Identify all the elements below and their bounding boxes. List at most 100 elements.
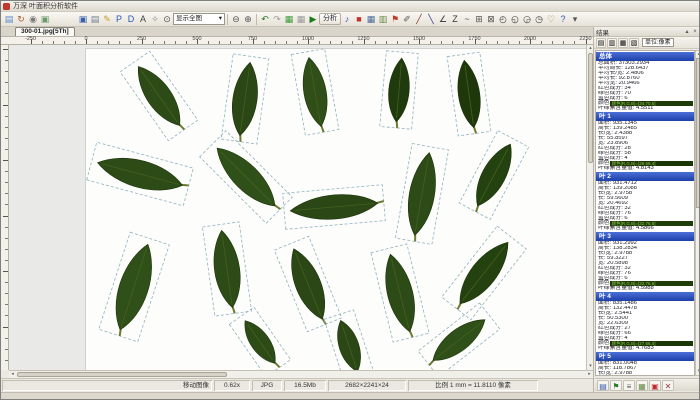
leaf-object[interactable] — [291, 49, 339, 136]
leaf-object[interactable] — [274, 236, 341, 331]
layout-icon[interactable]: ▥ — [377, 13, 389, 26]
export-table-icon[interactable]: ▦ — [636, 380, 648, 391]
export-save-icon[interactable]: ▤ — [597, 380, 609, 391]
ruler-tick — [3, 160, 8, 161]
panel-table-icon[interactable]: ▦ — [618, 38, 628, 48]
analyze-button[interactable]: 分析 — [319, 13, 341, 25]
more-dropdown-icon[interactable]: ▾ — [569, 13, 581, 26]
print-icon[interactable]: ▤ — [89, 13, 101, 26]
section-header[interactable]: 叶 3 — [596, 232, 694, 241]
edit-pencil-icon[interactable]: ✎ — [101, 13, 113, 26]
scanner-icon[interactable]: ▣ — [39, 13, 51, 26]
leaf-object[interactable] — [324, 310, 374, 370]
section-header[interactable]: 叶 5 — [596, 352, 694, 361]
results-scrollbar[interactable]: ▴ ▾ — [695, 50, 700, 376]
param-d-icon[interactable]: D — [125, 13, 137, 26]
curve-icon[interactable]: ~ — [461, 13, 473, 26]
refresh-icon[interactable]: ↻ — [15, 13, 27, 26]
export-list-icon[interactable]: ≡ — [623, 380, 635, 391]
zoom-tool-icon[interactable]: ⊙ — [161, 13, 173, 26]
angle-icon[interactable]: ∠ — [437, 13, 449, 26]
leaf-object[interactable] — [380, 51, 419, 129]
unit-selector[interactable]: 单位:像素 — [642, 38, 674, 47]
image-canvas[interactable] — [9, 45, 586, 370]
panel-pin-icon[interactable]: ▴ — [683, 28, 691, 35]
image-tab[interactable]: 300-01.jpg[5Th] — [15, 27, 75, 36]
vertical-scrollbar[interactable]: ▴ ▾ — [586, 45, 593, 370]
leaf-object[interactable] — [283, 185, 386, 230]
status-dimensions: 2682×2241×24 — [328, 380, 406, 391]
ruler-tick — [508, 41, 509, 44]
scroll-right-icon[interactable]: ▸ — [586, 371, 593, 378]
leaf-object[interactable] — [99, 232, 170, 342]
export-stop-icon[interactable]: ▣ — [649, 380, 661, 391]
undo-icon[interactable]: ↶ — [259, 13, 271, 26]
leaf-object[interactable] — [442, 226, 527, 320]
results-scroll-down-icon[interactable]: ▾ — [696, 368, 700, 375]
leaf-object[interactable] — [447, 52, 491, 136]
panel-save-icon[interactable]: ▤ — [596, 38, 606, 48]
panel-copy-icon[interactable]: ▧ — [629, 38, 639, 48]
frame-icon[interactable]: ⊠ — [485, 13, 497, 26]
clock1-icon[interactable]: ◴ — [497, 13, 509, 26]
leaf-object[interactable] — [418, 303, 500, 370]
zoom-in-icon[interactable]: ⊕ — [242, 13, 254, 26]
section-header[interactable]: 叶 4 — [596, 292, 694, 301]
clock4-icon[interactable]: ◷ — [533, 13, 545, 26]
section-header[interactable]: 叶 1 — [596, 112, 694, 121]
new-doc-icon[interactable]: ▤ — [3, 13, 15, 26]
grid-icon[interactable]: ⊞ — [473, 13, 485, 26]
ruler-label: 0 — [84, 37, 87, 42]
results-scroll-up-icon[interactable]: ▴ — [696, 51, 700, 58]
leaf-object[interactable] — [229, 307, 290, 370]
camera-icon[interactable]: ◉ — [27, 13, 39, 26]
green-layer-icon[interactable]: ▦ — [283, 13, 295, 26]
save-icon[interactable]: ▣ — [77, 13, 89, 26]
section-header[interactable]: 叶 2 — [596, 172, 694, 181]
play-icon[interactable]: ▶ — [307, 13, 319, 26]
ruler-line-icon[interactable]: ╱ — [413, 13, 425, 26]
horizontal-scroll-thumb[interactable] — [17, 372, 227, 377]
help-icon[interactable]: ? — [557, 13, 569, 26]
leaf-object[interactable] — [120, 51, 198, 140]
leaf-object[interactable] — [395, 144, 448, 245]
scroll-left-icon[interactable]: ◂ — [9, 371, 16, 378]
section-header[interactable]: 总体 — [596, 52, 694, 61]
ruler-tick — [164, 41, 165, 44]
redo-icon[interactable]: ↷ — [271, 13, 283, 26]
results-scroll-thumb[interactable] — [696, 58, 700, 208]
param-p-icon[interactable]: P — [113, 13, 125, 26]
chlorophyll-row: 叶绿素含量值: 4.5988 — [596, 286, 694, 291]
ruler-tick — [497, 41, 498, 44]
export-flag-icon[interactable]: ⚑ — [610, 380, 622, 391]
music-note-icon[interactable]: ♪ — [341, 13, 353, 26]
panel-export-icon[interactable]: ▥ — [607, 38, 617, 48]
magic-wand-icon[interactable]: ✧ — [149, 13, 161, 26]
line-icon[interactable]: ╲ — [425, 13, 437, 26]
leaf-object[interactable] — [200, 131, 293, 224]
panel-close-icon[interactable]: × — [691, 29, 699, 35]
leaf-object[interactable] — [87, 142, 194, 206]
text-a-icon[interactable]: A — [137, 13, 149, 26]
pen-icon[interactable]: ✐ — [401, 13, 413, 26]
view-mode-combo[interactable]: 显示全图▾ — [173, 13, 225, 25]
stop-icon[interactable]: ■ — [353, 13, 365, 26]
zoom-out-icon[interactable]: ⊖ — [230, 13, 242, 26]
horizontal-scrollbar[interactable]: ◂ ▸ — [9, 370, 593, 378]
favorite-icon[interactable]: ♡ — [545, 13, 557, 26]
results-bottom-toolbar: ▤⚑≡▦▣✕ — [595, 378, 700, 391]
leaf-object[interactable] — [371, 244, 429, 342]
flag-icon[interactable]: ⚑ — [389, 13, 401, 26]
ruler-label: 1000 — [302, 37, 314, 42]
zigzag-icon[interactable]: Z — [449, 13, 461, 26]
ruler-tick — [119, 41, 120, 44]
gray-layer-icon[interactable]: ▦ — [295, 13, 307, 26]
leaf-object[interactable] — [459, 131, 528, 220]
table-icon[interactable]: ▦ — [365, 13, 377, 26]
leaf-object[interactable] — [221, 54, 269, 144]
leaf-object[interactable] — [202, 222, 251, 316]
clock3-icon[interactable]: ◶ — [521, 13, 533, 26]
horizontal-ruler: -2500250500750100012501500175020002250 — [1, 37, 593, 45]
clock2-icon[interactable]: ◵ — [509, 13, 521, 26]
export-close-icon[interactable]: ✕ — [662, 380, 674, 391]
